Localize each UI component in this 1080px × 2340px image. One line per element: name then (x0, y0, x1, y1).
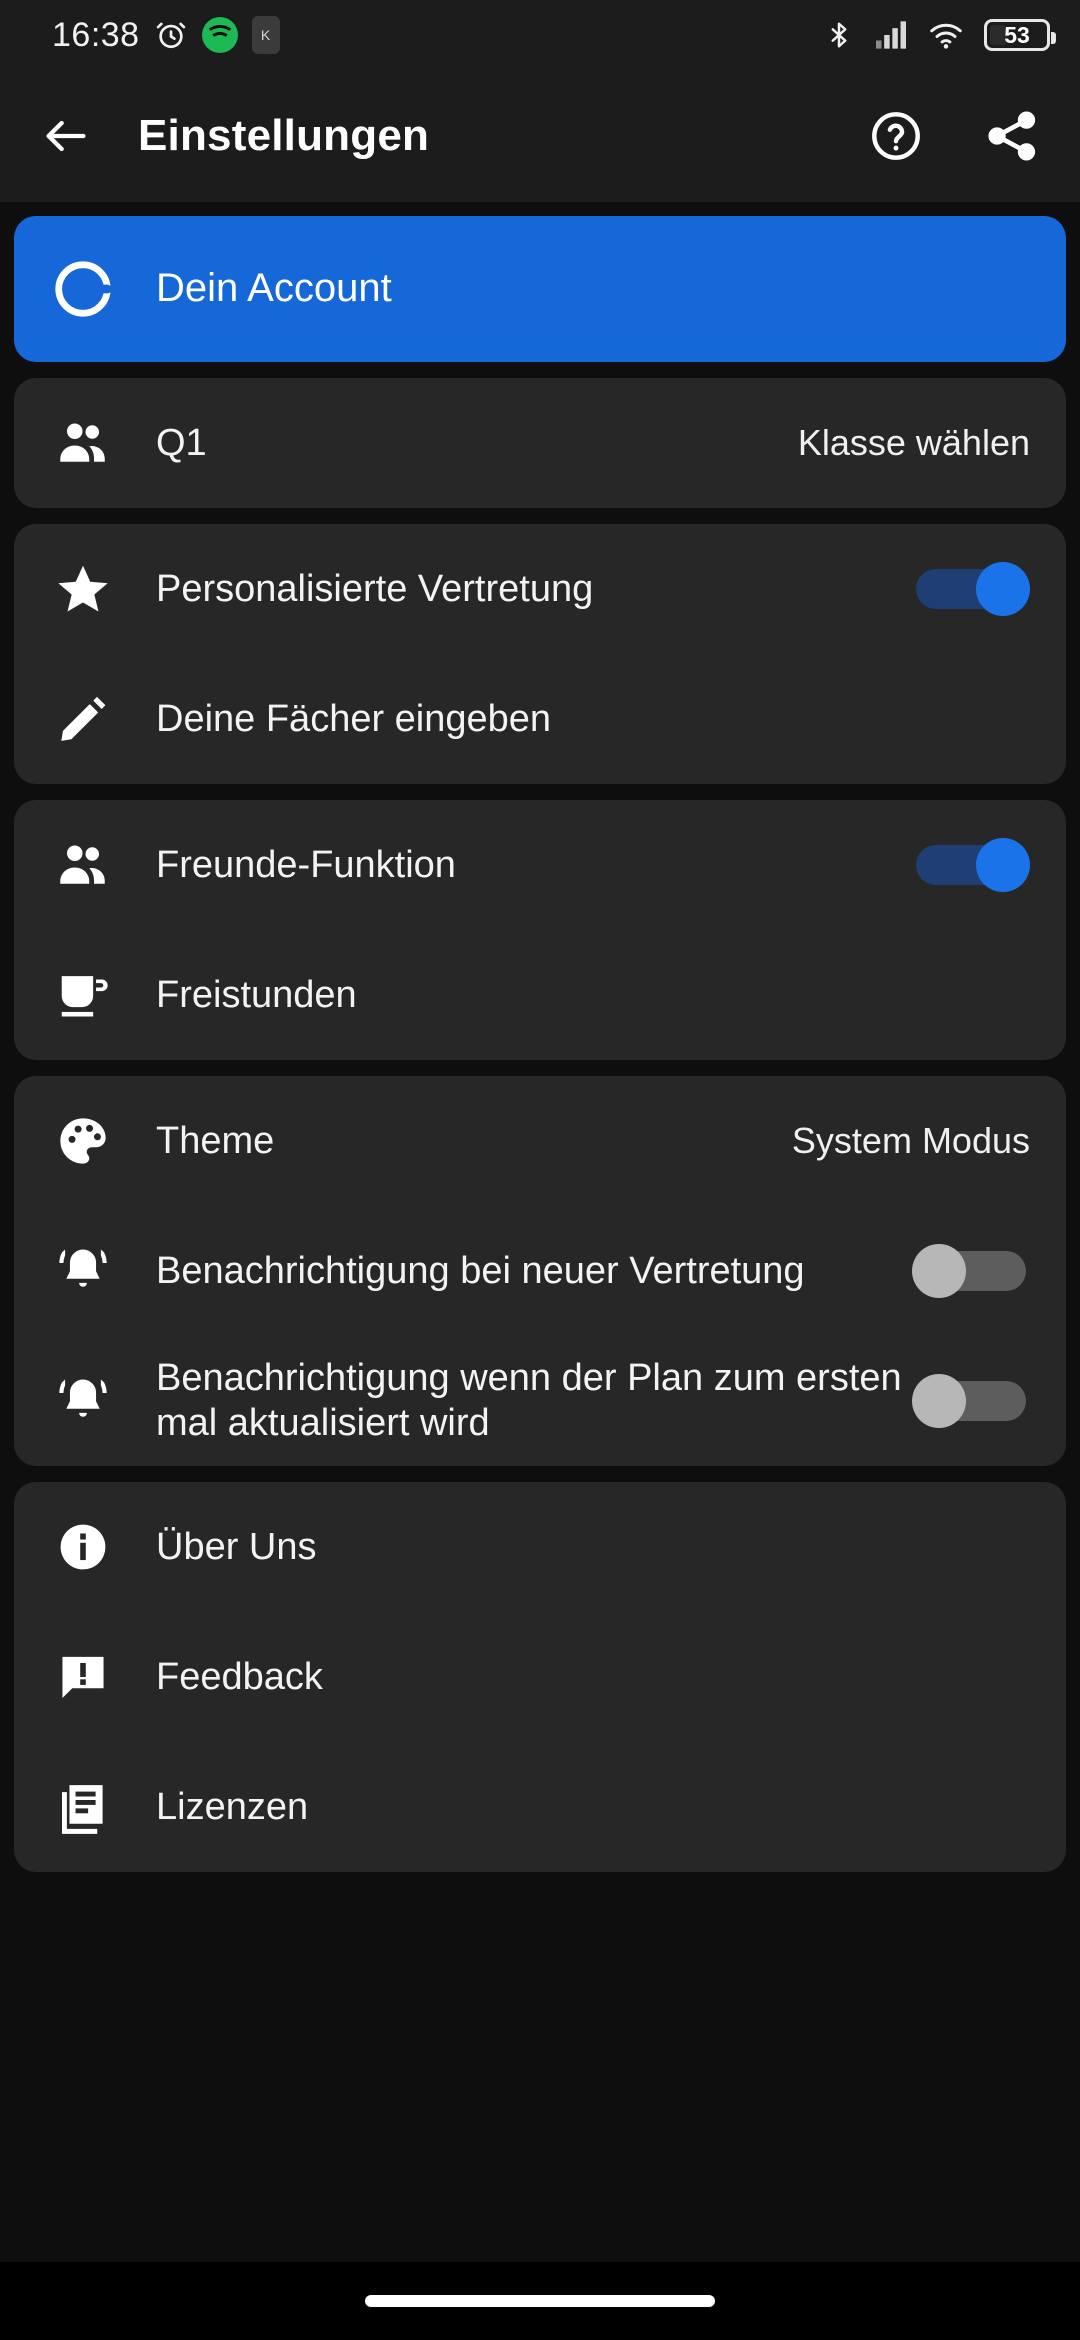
setting-label: Über Uns (156, 1525, 317, 1568)
gesture-pill[interactable] (365, 2295, 715, 2307)
setting-value-klasse: Klasse wählen (797, 422, 1030, 463)
settings-card-about: Über Uns Feedback Lizenzen (14, 1482, 1066, 1872)
toggle-personalisierte-vertretung[interactable] (912, 558, 1030, 620)
setting-row-lizenzen[interactable]: Lizenzen (14, 1742, 1066, 1872)
pencil-icon (44, 680, 122, 758)
back-button[interactable] (34, 104, 98, 168)
toggle-benachrichtigung-erste-aktualisierung[interactable] (912, 1370, 1030, 1432)
status-bar-right: 53 (824, 18, 1056, 52)
coffee-cup-icon (44, 956, 122, 1034)
bell-ring-icon (44, 1362, 122, 1440)
alarm-icon (154, 18, 188, 52)
setting-row-personalisierte-vertretung[interactable]: Personalisierte Vertretung (14, 524, 1066, 654)
settings-card-class: Q1 Klasse wählen (14, 378, 1066, 508)
setting-label: Q1 (156, 421, 207, 464)
status-bar-clock: 16:38 (52, 15, 140, 54)
page-title: Einstellungen (138, 111, 430, 160)
setting-row-deine-faecher[interactable]: Deine Fächer eingeben (14, 654, 1066, 784)
setting-row-benachrichtigung-neue-vertretung[interactable]: Benachrichtigung bei neuer Vertretung (14, 1206, 1066, 1336)
toggle-benachrichtigung-neue-vertretung[interactable] (912, 1240, 1030, 1302)
toggle-thumb (912, 1244, 966, 1298)
feedback-icon (44, 1638, 122, 1716)
status-bar-left: 16:38 K (52, 16, 280, 55)
help-button[interactable] (864, 104, 928, 168)
settings-card-personalization: Personalisierte Vertretung Deine Fächer … (14, 524, 1066, 784)
status-bar: 16:38 K 53 (0, 0, 1080, 70)
settings-card-appearance: Theme System Modus Benachrichtigung bei … (14, 1076, 1066, 1466)
setting-row-klasse[interactable]: Q1 Klasse wählen (14, 378, 1066, 508)
battery-icon: 53 (984, 19, 1056, 51)
share-button[interactable] (980, 104, 1044, 168)
settings-list: Dein Account Q1 Klasse wählen Personalis… (0, 216, 1080, 1872)
app-bar: Einstellungen (0, 70, 1080, 202)
setting-row-freunde-funktion[interactable]: Freunde-Funktion (14, 800, 1066, 930)
setting-label: Benachrichtigung wenn der Plan zum erste… (156, 1357, 902, 1444)
app-notification-icon: K (251, 16, 280, 54)
toggle-thumb (912, 1374, 966, 1428)
bell-ring-icon (44, 1232, 122, 1310)
toggle-thumb (976, 562, 1030, 616)
bluetooth-icon (824, 18, 854, 52)
spotify-icon (201, 17, 238, 53)
setting-row-ueber-uns[interactable]: Über Uns (14, 1482, 1066, 1612)
setting-label: Freistunden (156, 973, 357, 1016)
account-circle-icon (44, 250, 122, 328)
star-icon (44, 550, 122, 628)
license-document-icon (44, 1768, 122, 1846)
setting-label: Deine Fächer eingeben (156, 697, 552, 740)
navigation-bar (0, 2262, 1080, 2340)
battery-percent: 53 (1004, 21, 1030, 48)
setting-label: Benachrichtigung bei neuer Vertretung (156, 1249, 805, 1292)
setting-row-theme[interactable]: Theme System Modus (14, 1076, 1066, 1206)
info-icon (44, 1508, 122, 1586)
palette-icon (44, 1102, 122, 1180)
setting-row-dein-account[interactable]: Dein Account (14, 216, 1066, 362)
setting-label: Theme (156, 1119, 275, 1162)
phone-screen: 16:38 K 53 Einstellungen Dein Account Q1… (0, 0, 1080, 2340)
toggle-freunde-funktion[interactable] (912, 834, 1030, 896)
wifi-icon (928, 20, 964, 50)
settings-card-account: Dein Account (14, 216, 1066, 362)
setting-label: Personalisierte Vertretung (156, 567, 594, 610)
setting-row-feedback[interactable]: Feedback (14, 1612, 1066, 1742)
setting-row-freistunden[interactable]: Freistunden (14, 930, 1066, 1060)
setting-value-theme: System Modus (791, 1120, 1030, 1161)
people-icon (44, 404, 122, 482)
cellular-signal-icon (874, 20, 908, 50)
setting-label: Feedback (156, 1655, 323, 1698)
setting-label: Freunde-Funktion (156, 843, 456, 886)
setting-label: Dein Account (156, 266, 392, 311)
setting-row-benachrichtigung-erste-aktualisierung[interactable]: Benachrichtigung wenn der Plan zum erste… (14, 1336, 1066, 1466)
toggle-thumb (976, 838, 1030, 892)
app-bar-actions (864, 104, 1044, 168)
setting-label: Lizenzen (156, 1785, 309, 1828)
people-icon (44, 826, 122, 904)
settings-card-friends: Freunde-Funktion Freistunden (14, 800, 1066, 1060)
